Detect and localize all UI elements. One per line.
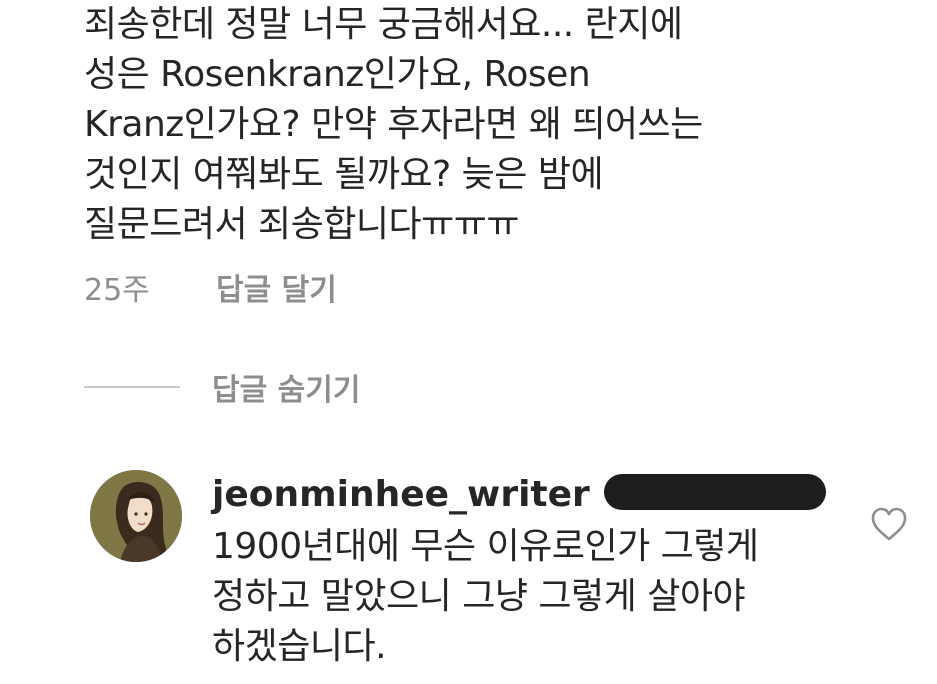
reply-button[interactable]: 답글 달기 bbox=[216, 265, 337, 309]
redaction-bar bbox=[603, 474, 826, 510]
hide-replies-toggle[interactable]: 답글 숨기기 bbox=[84, 362, 360, 412]
reply-text: 1900년대에 무슨 이유로인가 그렇게 정하고 말았으니 그냥 그렇게 살아야… bbox=[212, 522, 852, 672]
reply-username[interactable]: jeonminhee_writer bbox=[212, 474, 590, 515]
comment-line: 죄송한데 정말 너무 궁금해서요... 란지에 bbox=[84, 4, 683, 45]
comment-text: 죄송한데 정말 너무 궁금해서요... 란지에 성은 Rosenkranz인가요… bbox=[84, 0, 784, 250]
comment-timestamp: 25주 bbox=[84, 273, 150, 308]
like-button[interactable] bbox=[870, 506, 908, 542]
comment-line: 성은 Rosenkranz인가요, Rosen bbox=[84, 54, 591, 95]
comment-line: Kranz인가요? 만약 후자라면 왜 띄어쓰는 bbox=[84, 104, 703, 145]
hide-replies-label[interactable]: 답글 숨기기 bbox=[212, 365, 360, 409]
reply-line: 하겠습니다. bbox=[212, 626, 387, 667]
comment-meta: 25주 답글 달기 bbox=[84, 262, 337, 312]
reply-block: jeonminhee_writer 1900년대에 무슨 이유로인가 그렇게 정… bbox=[212, 468, 852, 672]
avatar[interactable] bbox=[90, 470, 182, 562]
reply-line: 1900년대에 무슨 이유로인가 그렇게 bbox=[212, 526, 759, 567]
comment-line: 것인지 여쭤봐도 될까요? 늦은 밤에 bbox=[84, 154, 604, 195]
avatar-illustration bbox=[90, 470, 182, 562]
comment-line: 질문드려서 죄송합니다ㅠㅠㅠ bbox=[84, 204, 520, 245]
hide-replies-divider bbox=[84, 386, 180, 388]
heart-outline-icon bbox=[871, 507, 907, 541]
reply-line: 정하고 말았으니 그냥 그렇게 살아야 bbox=[212, 576, 746, 617]
reply-header: jeonminhee_writer bbox=[212, 468, 852, 520]
